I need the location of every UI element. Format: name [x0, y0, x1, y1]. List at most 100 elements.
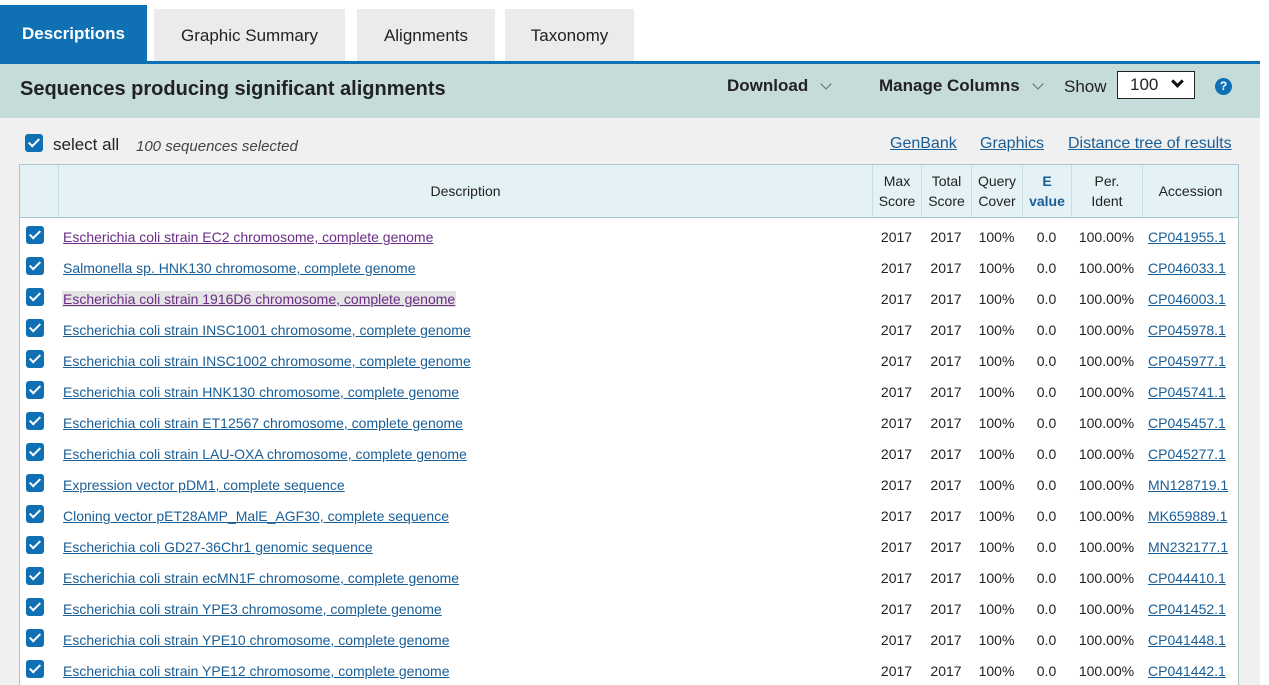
total-score-cell: 2017 [930, 663, 962, 679]
query-cover-cell: 100% [978, 229, 1015, 245]
query-cover-cell: 100% [978, 384, 1015, 400]
query-cover-cell: 100% [978, 632, 1015, 648]
row-checkbox[interactable] [26, 319, 44, 337]
per-ident-cell: 100.00% [1078, 570, 1135, 586]
e-value-cell: 0.0 [1036, 477, 1057, 493]
accession-link[interactable]: CP041452.1 [1148, 601, 1226, 617]
tab-alignments[interactable]: Alignments [357, 9, 495, 62]
row-checkbox[interactable] [26, 226, 44, 244]
max-score-cell: 2017 [880, 322, 913, 338]
row-checkbox[interactable] [26, 288, 44, 306]
accession-link[interactable]: CP046033.1 [1148, 260, 1226, 276]
description-link[interactable]: Escherichia coli strain HNK130 chromosom… [63, 384, 459, 400]
tab-taxonomy[interactable]: Taxonomy [505, 9, 634, 62]
description-link[interactable]: Cloning vector pET28AMP_MalE_AGF30, comp… [63, 508, 449, 524]
tab-graphic-summary[interactable]: Graphic Summary [154, 9, 345, 62]
col-max-score[interactable]: Max Score [872, 165, 921, 217]
row-checkbox[interactable] [26, 257, 44, 275]
select-all-checkbox[interactable] [25, 134, 43, 152]
accession-link[interactable]: CP045457.1 [1148, 415, 1226, 431]
download-menu[interactable]: Download [727, 76, 832, 96]
table-row: Salmonella sp. HNK130 chromosome, comple… [20, 250, 1238, 281]
accession-link[interactable]: CP041442.1 [1148, 663, 1226, 679]
per-ident-cell: 100.00% [1078, 384, 1135, 400]
query-cover-cell: 100% [978, 446, 1015, 462]
show-count-select[interactable]: 100 [1117, 71, 1195, 99]
results-table: Description Max Score Total Score Query … [19, 164, 1239, 685]
help-circle-icon[interactable]: ? [1215, 78, 1232, 95]
description-link[interactable]: Escherichia coli strain INSC1002 chromos… [63, 353, 471, 369]
description-link[interactable]: Salmonella sp. HNK130 chromosome, comple… [63, 260, 416, 276]
accession-link[interactable]: MN128719.1 [1148, 477, 1228, 493]
e-value-cell: 0.0 [1036, 446, 1057, 462]
description-link[interactable]: Escherichia coli strain YPE10 chromosome… [63, 632, 449, 648]
graphics-link[interactable]: Graphics [980, 135, 1044, 153]
manage-columns-menu[interactable]: Manage Columns [879, 76, 1044, 96]
accession-link[interactable]: CP045741.1 [1148, 384, 1226, 400]
distance-tree-link[interactable]: Distance tree of results [1068, 135, 1232, 153]
description-link[interactable]: Escherichia coli strain YPE3 chromosome,… [63, 601, 442, 617]
row-checkbox[interactable] [26, 660, 44, 678]
table-row: Escherichia coli strain ET12567 chromoso… [20, 405, 1238, 436]
accession-link[interactable]: CP041955.1 [1148, 229, 1226, 245]
description-link[interactable]: Escherichia coli strain 1916D6 chromosom… [62, 291, 457, 307]
accession-link[interactable]: MN232177.1 [1148, 539, 1228, 555]
col-total-score-line1: Total [931, 173, 962, 189]
max-score-cell: 2017 [880, 229, 913, 245]
table-row: Escherichia coli strain INSC1002 chromos… [20, 343, 1238, 374]
table-row: Escherichia coli strain YPE10 chromosome… [20, 622, 1238, 653]
accession-link[interactable]: CP045277.1 [1148, 446, 1226, 462]
accession-link[interactable]: CP044410.1 [1148, 570, 1226, 586]
max-score-cell: 2017 [880, 632, 913, 648]
description-link[interactable]: Escherichia coli strain ecMN1F chromosom… [63, 570, 459, 586]
row-checkbox[interactable] [26, 536, 44, 554]
col-per-ident[interactable]: Per. Ident [1071, 165, 1142, 217]
total-score-cell: 2017 [930, 632, 962, 648]
accession-link[interactable]: CP046003.1 [1148, 291, 1226, 307]
description-link[interactable]: Escherichia coli strain EC2 chromosome, … [63, 229, 433, 245]
select-all-label[interactable]: select all [53, 135, 119, 155]
description-link[interactable]: Escherichia coli GD27-36Chr1 genomic seq… [63, 539, 373, 555]
accession-link[interactable]: CP041448.1 [1148, 632, 1226, 648]
total-score-cell: 2017 [930, 322, 962, 338]
table-row: Escherichia coli strain ecMN1F chromosom… [20, 560, 1238, 591]
row-checkbox[interactable] [26, 443, 44, 461]
row-checkbox[interactable] [26, 381, 44, 399]
page-title: Sequences producing significant alignmen… [20, 78, 446, 100]
row-checkbox[interactable] [26, 412, 44, 430]
col-accession[interactable]: Accession [1142, 165, 1238, 217]
row-checkbox[interactable] [26, 474, 44, 492]
row-checkbox[interactable] [26, 505, 44, 523]
per-ident-cell: 100.00% [1078, 260, 1135, 276]
description-link[interactable]: Expression vector pDM1, complete sequenc… [63, 477, 345, 493]
total-score-cell: 2017 [930, 353, 962, 369]
row-checkbox[interactable] [26, 567, 44, 585]
total-score-cell: 2017 [930, 384, 962, 400]
description-link[interactable]: Escherichia coli strain INSC1001 chromos… [63, 322, 471, 338]
max-score-cell: 2017 [880, 384, 913, 400]
table-row: Escherichia coli strain EC2 chromosome, … [20, 219, 1238, 250]
total-score-cell: 2017 [930, 570, 962, 586]
accession-link[interactable]: MK659889.1 [1148, 508, 1227, 524]
total-score-cell: 2017 [930, 539, 962, 555]
row-checkbox[interactable] [26, 598, 44, 616]
accession-link[interactable]: CP045978.1 [1148, 322, 1226, 338]
genbank-link[interactable]: GenBank [890, 135, 957, 153]
col-query-cover[interactable]: Query Cover [971, 165, 1022, 217]
per-ident-cell: 100.00% [1078, 291, 1135, 307]
max-score-cell: 2017 [880, 260, 913, 276]
max-score-cell: 2017 [880, 508, 913, 524]
col-e-value[interactable]: E value [1022, 165, 1071, 217]
row-checkbox[interactable] [26, 350, 44, 368]
description-link[interactable]: Escherichia coli strain ET12567 chromoso… [63, 415, 463, 431]
table-row: Escherichia coli strain YPE12 chromosome… [20, 653, 1238, 684]
accession-link[interactable]: CP045977.1 [1148, 353, 1226, 369]
tab-descriptions[interactable]: Descriptions [0, 5, 147, 62]
table-row: Escherichia coli strain YPE3 chromosome,… [20, 591, 1238, 622]
col-total-score[interactable]: Total Score [921, 165, 971, 217]
row-checkbox[interactable] [26, 629, 44, 647]
col-description[interactable]: Description [58, 165, 872, 217]
description-link[interactable]: Escherichia coli strain LAU-OXA chromoso… [63, 446, 467, 462]
description-link[interactable]: Escherichia coli strain YPE12 chromosome… [63, 663, 449, 679]
table-row: Escherichia coli strain HNK130 chromosom… [20, 374, 1238, 405]
